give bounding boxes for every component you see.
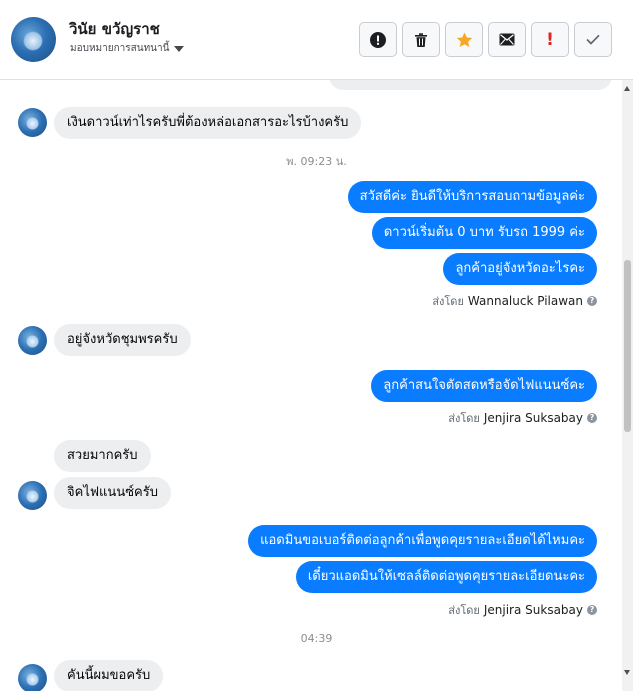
contact-name[interactable]: วินัย ขวัญราช: [69, 17, 160, 41]
outgoing-message: แอดมินขอเบอร์ติดต่อลูกค้าเพื่อพูดคุยรายล…: [248, 525, 597, 557]
outgoing-message: ดาวน์เริ่มต้น 0 บาท รับรถ 1999 ค่ะ: [371, 217, 597, 249]
sent-by-agent: Jenjira Suksabay: [483, 603, 583, 617]
check-icon: [586, 34, 600, 45]
sent-by-prefix: ส่งโดย: [448, 412, 480, 425]
sent-by-prefix: ส่งโดย: [448, 604, 480, 617]
star-icon: [456, 32, 472, 47]
scroll-up-arrow-icon[interactable]: [624, 86, 630, 91]
scrollbar-thumb[interactable]: [624, 260, 631, 432]
outgoing-message: เดี๋ยวแอดมินให้เซลล์ติดต่อพูดคุยรายละเอี…: [295, 561, 597, 593]
envelope-icon: [499, 33, 515, 46]
contact-avatar-small: [18, 108, 47, 137]
contact-avatar-small: [18, 481, 47, 510]
incoming-message: จิคไฟแนนซ์ครับ: [54, 477, 171, 509]
sent-by-agent: Wannaluck Pilawan: [467, 294, 583, 308]
info-icon[interactable]: ?: [587, 413, 597, 423]
info-icon[interactable]: ?: [587, 605, 597, 615]
incoming-message: เงินดาวน์เท่าไรครับพี่ต้องหล่อเอกสารอะไร…: [54, 107, 362, 139]
conversation-header: วินัย ขวัญราช มอบหมายการสนทนานี้ !: [0, 0, 633, 80]
vertical-scrollbar[interactable]: [622, 80, 633, 691]
assign-label: มอบหมายการสนทนานี้: [70, 43, 170, 54]
sent-by-label: ส่งโดย Jenjira Suksabay ?: [448, 409, 597, 427]
conversation-toolbar: !: [359, 22, 612, 57]
delete-button[interactable]: [402, 22, 440, 57]
exclamation-icon: !: [546, 29, 554, 50]
outgoing-message: ลูกค้าสนใจตัดสดหรือจัดไฟแนนซ์คะ: [371, 370, 597, 402]
follow-up-button[interactable]: !: [531, 22, 569, 57]
message-bubble-partial: [329, 80, 612, 90]
mark-unread-button[interactable]: [488, 22, 526, 57]
scroll-down-arrow-icon[interactable]: [624, 670, 630, 675]
contact-avatar-small: [18, 326, 47, 355]
sent-by-label: ส่งโดย Wannaluck Pilawan ?: [432, 292, 597, 310]
outgoing-message: ลูกค้าอยู่จังหวัดอะไรคะ: [443, 253, 597, 285]
timestamp: พ. 09:23 น.: [286, 155, 347, 168]
incoming-message: สวยมากครับ: [54, 440, 151, 472]
timestamp: 04:39: [300, 632, 333, 645]
contact-avatar[interactable]: [11, 17, 56, 62]
contact-avatar-small: [18, 664, 47, 691]
mark-spam-button[interactable]: [359, 22, 397, 57]
trash-icon: [415, 32, 427, 47]
message-thread[interactable]: เงินดาวน์เท่าไรครับพี่ต้องหล่อเอกสารอะไร…: [0, 80, 622, 691]
alert-circle-icon: [370, 31, 386, 48]
info-icon[interactable]: ?: [587, 296, 597, 306]
sent-by-prefix: ส่งโดย: [432, 295, 464, 308]
outgoing-message: สวัสดีค่ะ ยินดีให้บริการสอบถามข้อมูลค่ะ: [347, 181, 597, 213]
incoming-message: คันนี้ผมขอครับ: [54, 660, 164, 691]
assign-conversation-dropdown[interactable]: มอบหมายการสนทนานี้: [70, 41, 185, 56]
mark-done-button[interactable]: [574, 22, 612, 57]
sent-by-agent: Jenjira Suksabay: [483, 411, 583, 425]
sent-by-label: ส่งโดย Jenjira Suksabay ?: [448, 601, 597, 619]
incoming-message: อยู่จังหวัดชุมพรครับ: [54, 324, 191, 356]
chevron-down-icon: [174, 45, 185, 52]
star-button[interactable]: [445, 22, 483, 57]
